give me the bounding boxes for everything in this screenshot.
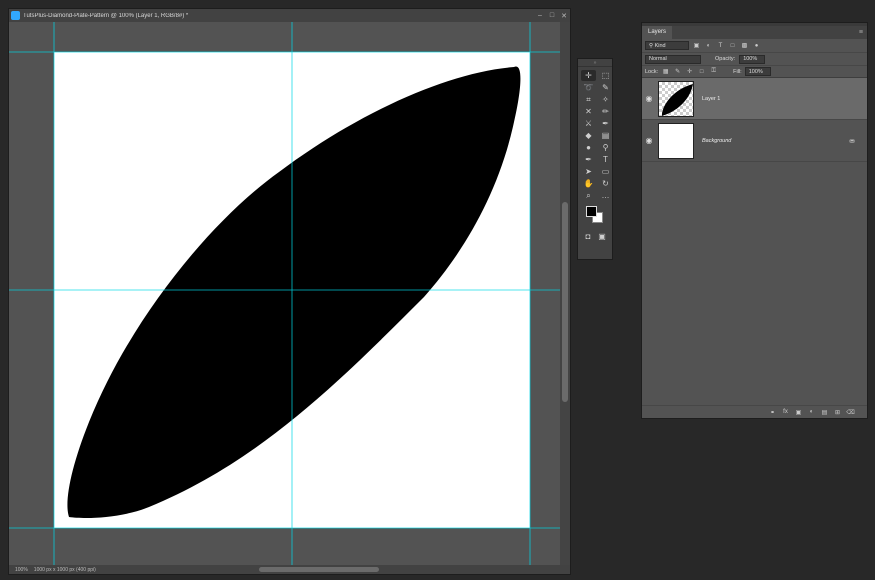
minimize-button[interactable]: – [534,9,546,22]
lock-position-icon[interactable]: ✛ [685,67,694,76]
rotate-view-tool-icon[interactable]: ↻ [598,178,613,189]
document-info: 1000 px x 1000 px (400 ppi) [33,566,96,573]
panel-menu-icon[interactable]: ≡ [859,29,863,36]
filter-toggle-icon[interactable]: ● [752,41,761,50]
move-tool-icon[interactable]: ✛ [581,70,596,81]
more-tools-icon[interactable]: … [598,190,613,201]
history-brush-tool-icon[interactable]: ✒ [598,118,613,129]
gradient-tool-icon[interactable]: ▤ [598,130,613,141]
path-select-tool-icon[interactable]: ➤ [581,166,596,177]
zoom-level[interactable]: 100% [15,567,28,573]
quick-mask-icon[interactable]: ◘ [581,231,595,242]
lock-label: Lock: [645,68,659,75]
filter-kind-value: Kind [654,42,666,49]
shape-tool-icon[interactable]: ▭ [598,166,613,177]
maximize-button[interactable]: □ [546,9,558,22]
lock-transparent-icon[interactable]: ▦ [661,67,670,76]
photoshop-icon [11,11,20,20]
layer-name[interactable]: Background [702,138,731,144]
lock-image-icon[interactable]: ✎ [673,67,682,76]
color-swatches [578,204,612,228]
marquee-tool-icon[interactable]: ⬚ [598,70,613,81]
status-bar: 100% 1000 px x 1000 px (400 ppi) [9,565,570,574]
filter-smart-object-icon[interactable]: ▩ [740,41,749,50]
visibility-eye-icon[interactable]: ◉ [642,94,656,103]
layer-row-background[interactable]: ◉ Background ⛂ [642,120,867,162]
filter-pixel-icon[interactable]: ▣ [692,41,701,50]
link-icon[interactable]: ⚭ [768,408,777,417]
canvas-area[interactable] [9,22,562,567]
opacity-input[interactable]: 100% [739,54,766,64]
fill-label: Fill: [733,68,742,75]
vertical-scroll-thumb[interactable] [562,202,568,402]
pen-tool-icon[interactable]: ✒ [581,154,596,165]
type-tool-icon[interactable]: T [598,154,613,165]
document-title: TutsPlus-Diamond-Plate-Pattern @ 100% (L… [23,12,189,19]
close-button[interactable]: ✕ [558,9,570,22]
layer-row-layer-1[interactable]: ◉ Layer 1 [642,78,867,120]
layers-tabbar: Layers ≡ [642,26,867,39]
filter-kind-select[interactable]: ⚲ Kind [645,41,689,50]
clone-stamp-tool-icon[interactable]: ⚔ [581,118,596,129]
visibility-eye-icon[interactable]: ◉ [642,136,656,145]
adjustment-icon[interactable]: ◐ [807,408,816,417]
new-layer-icon[interactable]: ⊞ [833,408,842,417]
document-window: TutsPlus-Diamond-Plate-Pattern @ 100% (L… [8,8,571,575]
hand-tool-icon[interactable]: ✋ [581,178,596,189]
layer-thumbnail [658,122,694,159]
eyedropper-tool-icon[interactable]: ✧ [598,94,613,105]
tools-panel: » ✛ ⬚ ➰ ✎ ⌗ ✧ ✕ ✏ ⚔ ✒ ◆ ▤ ● ⚲ ✒ T ➤ ▭ ✋ ↻ ⌕… ◘ ▣ [577,58,613,260]
leaf-thumbnail-icon [661,83,693,116]
healing-brush-tool-icon[interactable]: ✕ [581,106,596,117]
opacity-label: Opacity: [715,56,736,62]
brush-tool-icon[interactable]: ✏ [598,106,613,117]
filter-type-icon[interactable]: T [716,41,725,50]
horizontal-scroll-thumb[interactable] [259,567,379,572]
vertical-scrollbar[interactable] [560,22,570,567]
blend-mode-select[interactable]: Normal [645,54,701,64]
lasso-tool-icon[interactable]: ➰ [581,82,596,93]
document-tab[interactable]: TutsPlus-Diamond-Plate-Pattern @ 100% (L… [9,9,570,22]
blur-tool-icon[interactable]: ● [581,142,596,153]
layers-footer: ⚭ fx ▣ ◐ ▤ ⊞ ⌫ [642,405,867,418]
lock-row: Lock: ▦ ✎ ✛ □ ⚿ Fill: 100% [642,65,867,78]
blend-row: Normal Opacity: 100% [642,52,867,65]
fill-input[interactable]: 100% [744,67,771,76]
tab-layers[interactable]: Layers [642,26,673,39]
folder-icon[interactable]: ▤ [820,408,829,417]
layers-panel: Layers ≡ ⚲ Kind ▣ ◐ T □ ▩ ● Normal Opaci… [641,22,868,419]
layer-filter-row: ⚲ Kind ▣ ◐ T □ ▩ ● [642,39,867,52]
lock-all-icon[interactable]: ⚿ [709,67,718,76]
eraser-tool-icon[interactable]: ◆ [581,130,596,141]
toolbar-grip[interactable]: » [578,59,612,67]
filter-shape-icon[interactable]: □ [728,41,737,50]
quick-select-tool-icon[interactable]: ✎ [598,82,613,93]
mask-icon[interactable]: ▣ [794,408,803,417]
lock-artboard-icon[interactable]: □ [697,67,706,76]
dodge-tool-icon[interactable]: ⚲ [598,142,613,153]
fx-icon[interactable]: fx [781,408,790,417]
lock-icon: ⛂ [849,137,855,145]
trash-icon[interactable]: ⌫ [846,408,855,417]
crop-tool-icon[interactable]: ⌗ [581,94,596,105]
tool-grid: ✛ ⬚ ➰ ✎ ⌗ ✧ ✕ ✏ ⚔ ✒ ◆ ▤ ● ⚲ ✒ T ➤ ▭ ✋ ↻ ⌕… [578,67,612,201]
layer-name[interactable]: Layer 1 [702,96,720,102]
layer-thumbnail [658,80,694,117]
filter-adjustment-icon[interactable]: ◐ [704,41,713,50]
canvas[interactable] [9,22,562,567]
screen-mode-icon[interactable]: ▣ [595,231,609,242]
foreground-color-swatch[interactable] [586,206,597,217]
zoom-tool-icon[interactable]: ⌕ [581,190,596,201]
